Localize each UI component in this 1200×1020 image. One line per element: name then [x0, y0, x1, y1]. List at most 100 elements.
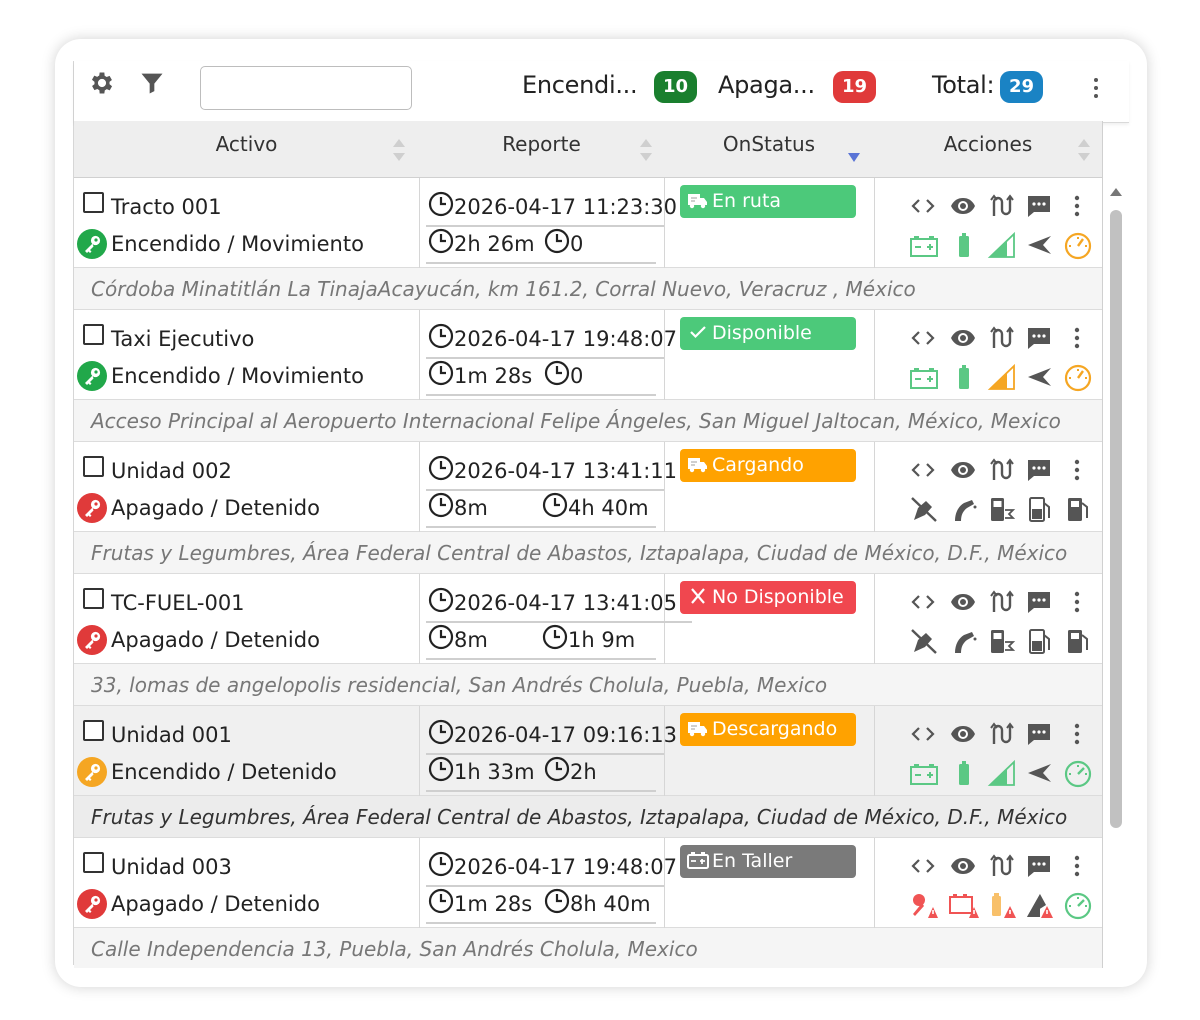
total-count-badge[interactable]: 29 — [1000, 71, 1043, 103]
address-text: Acceso Principal al Aeropuerto Internaci… — [74, 400, 1102, 442]
table-row[interactable]: Taxi Ejecutivo Encendido / Movimiento 2026… — [74, 310, 1102, 400]
status-badge[interactable]: No Disponible — [680, 581, 856, 614]
row-menu-icon[interactable] — [1063, 852, 1091, 880]
signal-icon — [987, 362, 1017, 392]
sensor-indicators — [909, 362, 1099, 394]
asset-name[interactable]: Unidad 002 — [111, 459, 232, 483]
fuel-off-icon — [909, 494, 939, 524]
address-text: Frutas y Legumbres, Área Federal Central… — [74, 532, 1102, 574]
eye-icon[interactable] — [949, 456, 977, 484]
eye-icon[interactable] — [949, 720, 977, 748]
row-menu-icon[interactable] — [1063, 720, 1091, 748]
duration-a: 8m — [428, 624, 488, 652]
message-icon[interactable] — [1025, 720, 1053, 748]
message-icon[interactable] — [1025, 852, 1053, 880]
fuel-tank-icon — [1063, 494, 1093, 524]
row-checkbox[interactable] — [83, 588, 104, 609]
route-icon[interactable] — [987, 192, 1015, 220]
encendido-count-badge[interactable]: 10 — [654, 71, 697, 103]
duration-a-text: 2h 26m — [454, 232, 535, 256]
message-icon[interactable] — [1025, 192, 1053, 220]
status-badge[interactable]: En ruta — [680, 185, 856, 218]
code-icon[interactable] — [909, 720, 937, 748]
row-menu-icon[interactable] — [1063, 192, 1091, 220]
message-icon[interactable] — [1025, 456, 1053, 484]
row-checkbox[interactable] — [83, 720, 104, 741]
code-icon[interactable] — [909, 852, 937, 880]
fleet-table-card: Encendi... 10 Apaga... 19 Total: 29 Acti… — [55, 39, 1147, 987]
battery-alert-icon — [949, 890, 979, 920]
address-text: Córdoba Minatitlán La TinajaAcayucán, km… — [74, 268, 1102, 310]
code-icon[interactable] — [909, 324, 937, 352]
column-header-activo[interactable]: Activo — [74, 121, 419, 178]
gear-icon[interactable] — [88, 69, 116, 97]
clock-icon — [428, 191, 454, 217]
fuel-nozzle-icon — [949, 494, 979, 524]
row-menu-icon[interactable] — [1063, 588, 1091, 616]
sensor-indicators — [909, 230, 1099, 262]
ignition-key-icon — [77, 493, 107, 523]
table-row[interactable]: Unidad 003 Apagado / Detenido 2026-04-17 1… — [74, 838, 1102, 928]
message-icon[interactable] — [1025, 588, 1053, 616]
clock-icon — [428, 719, 454, 745]
direction-icon — [1025, 230, 1055, 260]
speedometer-icon — [1063, 362, 1093, 392]
sensor-indicators — [909, 494, 1099, 526]
asset-state: Apagado / Detenido — [111, 496, 320, 520]
row-checkbox[interactable] — [83, 852, 104, 873]
table-row[interactable]: Unidad 001 Encendido / Detenido 2026-04-17… — [74, 706, 1102, 796]
status-badge[interactable]: En Taller — [680, 845, 856, 878]
report-timestamp: 2026-04-17 19:48:07 — [428, 323, 677, 351]
asset-name[interactable]: Taxi Ejecutivo — [111, 327, 254, 351]
filter-icon[interactable] — [138, 69, 166, 97]
table-row[interactable]: TC-FUEL-001 Apagado / Detenido 2026-04-17 … — [74, 574, 1102, 664]
status-badge[interactable]: Cargando — [680, 449, 856, 482]
route-icon[interactable] — [987, 720, 1015, 748]
row-checkbox[interactable] — [83, 456, 104, 477]
asset-name[interactable]: TC-FUEL-001 — [111, 591, 245, 615]
status-badge[interactable]: Disponible — [680, 317, 856, 350]
clock-icon — [428, 360, 454, 386]
apagado-count-badge[interactable]: 19 — [833, 71, 876, 103]
direction-icon — [1025, 362, 1055, 392]
route-icon[interactable] — [987, 324, 1015, 352]
clock-icon — [544, 888, 570, 914]
scrollbar-thumb[interactable] — [1110, 210, 1122, 828]
status-badge[interactable]: Descargando — [680, 713, 856, 746]
column-header-acciones[interactable]: Acciones — [874, 121, 1102, 178]
column-header-onstatus[interactable]: OnStatus — [664, 121, 874, 178]
column-header-reporte[interactable]: Reporte — [419, 121, 664, 178]
asset-name[interactable]: Unidad 001 — [111, 723, 232, 747]
table-row[interactable]: Unidad 002 Apagado / Detenido 2026-04-17 1… — [74, 442, 1102, 532]
route-icon[interactable] — [987, 852, 1015, 880]
speedometer-icon — [1063, 230, 1093, 260]
message-icon[interactable] — [1025, 324, 1053, 352]
route-icon[interactable] — [987, 588, 1015, 616]
ignition-key-icon — [77, 757, 107, 787]
route-icon[interactable] — [987, 456, 1015, 484]
report-time-text: 2026-04-17 09:16:13 — [454, 723, 678, 747]
table-right-border — [1102, 121, 1103, 968]
table-row[interactable]: Tracto 001 Encendido / Movimiento 2026-04-… — [74, 178, 1102, 268]
asset-name[interactable]: Unidad 003 — [111, 855, 232, 879]
code-icon[interactable] — [909, 456, 937, 484]
eye-icon[interactable] — [949, 192, 977, 220]
scroll-up-arrow[interactable] — [1109, 187, 1123, 197]
row-menu-icon[interactable] — [1063, 324, 1091, 352]
row-menu-icon[interactable] — [1063, 456, 1091, 484]
address-text: Frutas y Legumbres, Área Federal Central… — [74, 796, 1102, 838]
eye-icon[interactable] — [949, 588, 977, 616]
duration-a-text: 8m — [454, 496, 488, 520]
toolbar-menu-button[interactable] — [1090, 75, 1102, 105]
eye-icon[interactable] — [949, 324, 977, 352]
duration-a-text: 1m 28s — [454, 892, 533, 916]
asset-name[interactable]: Tracto 001 — [111, 195, 222, 219]
row-checkbox[interactable] — [83, 324, 104, 345]
asset-state: Encendido / Detenido — [111, 760, 337, 784]
fuel-sum-icon — [987, 626, 1017, 656]
code-icon[interactable] — [909, 588, 937, 616]
row-checkbox[interactable] — [83, 192, 104, 213]
eye-icon[interactable] — [949, 852, 977, 880]
search-input[interactable] — [200, 66, 412, 110]
code-icon[interactable] — [909, 192, 937, 220]
